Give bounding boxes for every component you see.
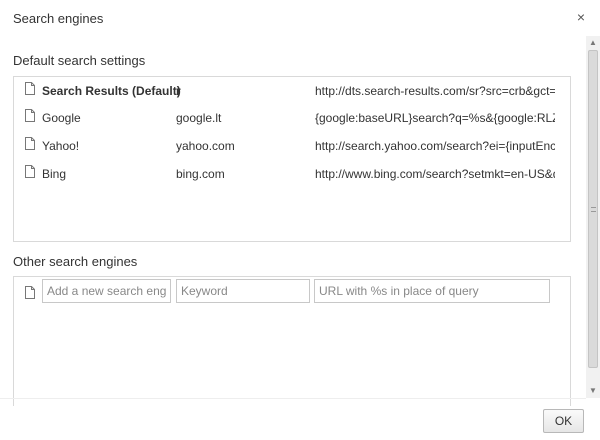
document-icon [25, 137, 35, 150]
document-icon [25, 82, 35, 95]
engine-keyword: yahoo.com [176, 139, 235, 153]
other-section-title: Other search engines [13, 254, 138, 269]
other-engines-list [13, 276, 571, 406]
document-icon [25, 109, 35, 122]
scroll-up-icon[interactable]: ▲ [586, 36, 600, 50]
engine-row-google[interactable]: Google google.lt {google:baseURL}search?… [14, 104, 570, 130]
vertical-scrollbar[interactable]: ▲ ▼ [586, 36, 600, 398]
engine-name: Yahoo! [42, 139, 80, 153]
engine-url: http://search.yahoo.com/search?ei={input… [315, 139, 555, 153]
grip-icon [591, 207, 596, 212]
engine-name: Google [42, 111, 81, 125]
engine-row-search-results[interactable]: Search Results (Default) r http://dts.se… [14, 77, 570, 103]
dialog-title: Search engines [13, 11, 104, 26]
engine-url: http://dts.search-results.com/sr?src=crb… [315, 84, 555, 98]
document-icon [25, 286, 35, 299]
ok-button[interactable]: OK [543, 409, 584, 433]
search-engines-dialog: Search engines × Default search settings… [0, 0, 600, 440]
engine-name: Bing [42, 167, 67, 181]
engine-keyword: bing.com [176, 167, 225, 181]
engine-name: Search Results (Default) [42, 84, 181, 98]
document-icon [25, 165, 35, 178]
default-section-title: Default search settings [13, 53, 146, 68]
default-engines-list: Search Results (Default) r http://dts.se… [13, 76, 571, 242]
engine-url: {google:baseURL}search?q=%s&{google:RLZ}… [315, 111, 555, 125]
new-engine-keyword-input[interactable] [176, 279, 310, 303]
footer-divider [0, 398, 586, 399]
scroll-down-icon[interactable]: ▼ [586, 384, 600, 398]
engine-url: http://www.bing.com/search?setmkt=en-US&… [315, 167, 555, 181]
engine-keyword: google.lt [176, 111, 222, 125]
scrollbar-thumb[interactable] [588, 50, 598, 368]
engine-keyword: r [176, 84, 181, 98]
engine-row-yahoo[interactable]: Yahoo! yahoo.com http://search.yahoo.com… [14, 132, 570, 158]
engine-row-bing[interactable]: Bing bing.com http://www.bing.com/search… [14, 160, 570, 186]
new-engine-name-input[interactable] [42, 279, 171, 303]
close-icon[interactable]: × [574, 10, 588, 24]
new-engine-url-input[interactable] [314, 279, 550, 303]
